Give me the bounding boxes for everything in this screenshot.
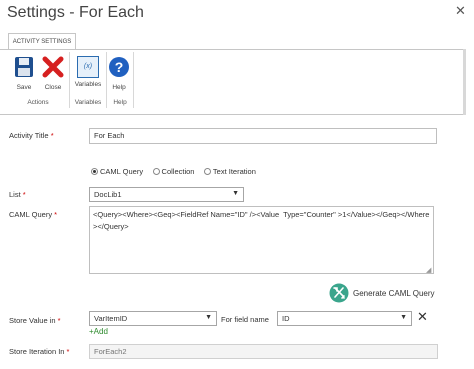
caml-query-label: CAML Query * — [9, 210, 58, 219]
list-label: List * — [9, 190, 26, 199]
variables-button[interactable]: (x) Variables — [73, 55, 103, 88]
caml-query-textarea[interactable]: <Query><Where><Geq><FieldRef Name="ID" /… — [89, 206, 434, 274]
save-button[interactable]: Save — [11, 55, 37, 91]
help-button-label: Help — [112, 84, 126, 91]
tab-activity-settings[interactable]: ACTIVITY SETTINGS — [8, 33, 76, 50]
variables-icon: (x) — [77, 56, 99, 78]
group-label-actions: Actions — [27, 99, 49, 106]
close-button-label: Close — [44, 84, 62, 91]
field-name-label: For field name — [221, 315, 269, 324]
list-select[interactable]: DocLib1 ▼ — [89, 187, 244, 202]
store-value-select[interactable]: VarItemID ▼ — [89, 311, 217, 326]
save-button-label: Save — [16, 84, 32, 91]
store-iteration-input[interactable] — [89, 344, 438, 359]
dialog-title: Settings - For Each — [7, 4, 144, 21]
save-icon — [15, 57, 33, 77]
help-icon: ? — [109, 57, 129, 77]
store-value-label: Store Value in * — [9, 316, 61, 325]
tools-icon — [329, 283, 349, 303]
activity-title-label: Activity Title * — [9, 131, 54, 140]
chevron-down-icon: ▼ — [232, 190, 239, 197]
variables-button-label: Variables — [74, 81, 102, 88]
radio-collection[interactable]: Collection — [152, 167, 194, 176]
chevron-down-icon: ▼ — [205, 314, 212, 321]
close-icon[interactable]: ✕ — [455, 3, 466, 19]
svg-text:?: ? — [115, 59, 124, 75]
radio-caml-query-button[interactable] — [91, 168, 98, 175]
generate-caml-query-button[interactable]: Generate CAML Query — [329, 283, 435, 303]
store-iteration-label: Store Iteration In * — [9, 347, 70, 356]
close-button[interactable]: Close — [40, 55, 66, 91]
help-button[interactable]: ? Help — [108, 55, 130, 91]
group-label-help: Help — [113, 99, 127, 106]
activity-title-input[interactable]: For Each — [89, 128, 437, 144]
chevron-down-icon: ▼ — [400, 314, 407, 321]
radio-caml-query[interactable]: CAML Query — [91, 167, 143, 176]
ribbon-scrollbar — [463, 49, 466, 115]
radio-collection-button[interactable] — [152, 168, 160, 175]
group-label-variables: Variables — [74, 99, 102, 106]
close-x-icon — [42, 56, 64, 78]
remove-icon[interactable]: ✕ — [417, 309, 428, 325]
generate-caml-query-label: Generate CAML Query — [353, 288, 435, 298]
field-name-select[interactable]: ID ▼ — [277, 311, 412, 326]
radio-text-iteration-button[interactable] — [203, 168, 211, 175]
source-radio-group: CAML Query Collection Text Iteration — [91, 162, 261, 180]
group-separator — [133, 52, 134, 108]
resize-grip-icon[interactable]: ◢ — [426, 266, 431, 274]
radio-text-iteration[interactable]: Text Iteration — [203, 167, 256, 176]
add-link[interactable]: +Add — [89, 327, 108, 336]
